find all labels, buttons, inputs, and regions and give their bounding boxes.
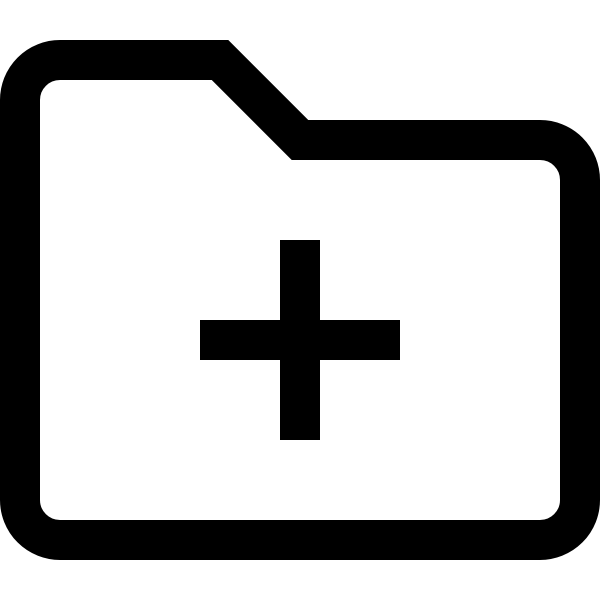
plus-horizontal-bar (200, 320, 400, 360)
icon-canvas (0, 0, 600, 600)
folder-plus-icon (0, 40, 600, 560)
